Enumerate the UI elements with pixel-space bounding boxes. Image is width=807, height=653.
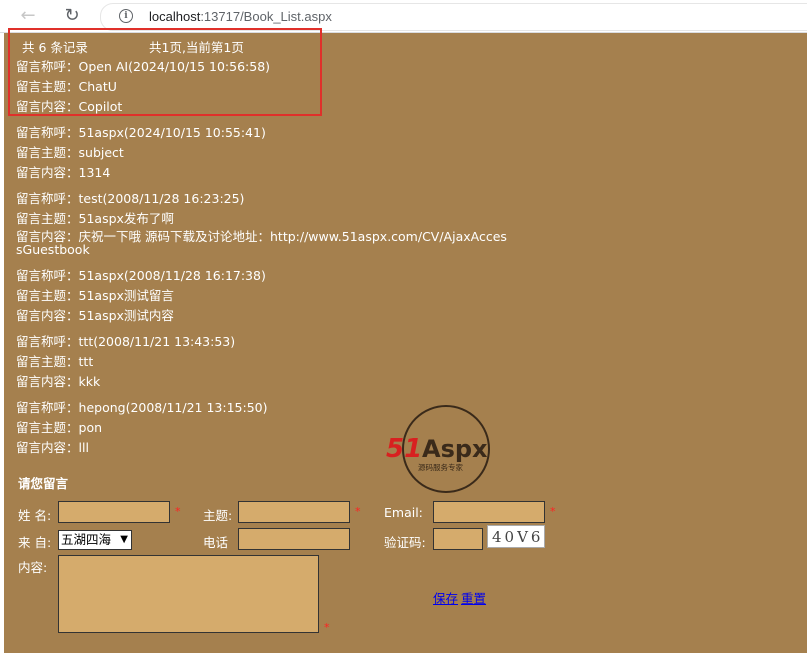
captcha-image: 40V6 [487, 525, 545, 548]
message-subject: 留言主题：ChatU [16, 79, 117, 94]
message-subject: 留言主题：subject [16, 145, 124, 160]
captcha-text: 40V6 [492, 528, 544, 546]
51aspx-logo: 51 Aspx 源码服务专家 [386, 405, 490, 493]
address-bar[interactable]: i localhost:13717/Book_List.aspx [100, 3, 807, 31]
form-heading: 请您留言 [18, 476, 69, 491]
captcha-input[interactable] [433, 528, 483, 550]
message-content: 留言内容：1314 [16, 165, 111, 180]
reload-icon[interactable]: ↻ [62, 6, 82, 26]
message-name: 留言称呼：51aspx(2024/10/15 10:55:41) [16, 125, 266, 140]
info-icon[interactable]: i [119, 9, 133, 23]
email-label: Email: [384, 505, 423, 520]
url-host: localhost [149, 9, 201, 24]
message-content: 留言内容：kkk [16, 374, 101, 389]
message-subject: 留言主题：pon [16, 420, 103, 435]
message-subject: 留言主题：51aspx测试留言 [16, 288, 174, 303]
message-name: 留言称呼：Open AI(2024/10/15 10:56:58) [16, 59, 271, 74]
content-textarea[interactable] [58, 555, 319, 633]
message-name: 留言称呼：hepong(2008/11/21 13:15:50) [16, 400, 268, 415]
required-star: * [550, 505, 556, 518]
back-arrow-icon[interactable]: ← [18, 6, 38, 26]
url-path: :13717/Book_List.aspx [200, 9, 332, 24]
message-name: 留言称呼：ttt(2008/11/21 13:43:53) [16, 334, 236, 349]
message-content: 留言内容：Copilot [16, 99, 123, 114]
chevron-down-icon: ▼ [120, 534, 128, 545]
page-info: 共1页,当前第1页 [149, 40, 244, 55]
from-select[interactable]: 五湖四海 ▼ [58, 530, 132, 550]
captcha-label: 验证码: [384, 535, 426, 550]
required-star: * [355, 505, 361, 518]
name-label: 姓 名: [18, 508, 52, 523]
required-star: * [324, 621, 330, 634]
message-name: 留言称呼：51aspx(2008/11/28 16:17:38) [16, 268, 266, 283]
record-count: 共 6 条记录 [22, 40, 88, 55]
message-subject: 留言主题：ttt [16, 354, 94, 369]
email-input[interactable] [433, 501, 545, 523]
svg-text:Aspx: Aspx [422, 435, 488, 463]
svg-text:源码服务专家: 源码服务专家 [418, 462, 463, 472]
subject-label: 主题: [203, 508, 233, 523]
phone-label: 电话 [203, 535, 229, 550]
phone-input[interactable] [238, 528, 350, 550]
url-text[interactable]: localhost:13717/Book_List.aspx [149, 9, 332, 24]
svg-text:51: 51 [386, 434, 422, 464]
content-label: 内容: [18, 560, 48, 575]
from-label: 来 自: [18, 535, 52, 550]
from-select-value: 五湖四海 [61, 532, 112, 547]
message-content: 留言内容：51aspx测试内容 [16, 308, 174, 323]
message-content: 留言内容：lll [16, 440, 89, 455]
message-name: 留言称呼：test(2008/11/28 16:23:25) [16, 191, 245, 206]
name-input[interactable] [58, 501, 170, 523]
message-content-continued: sGuestbook [16, 242, 90, 257]
reset-link[interactable]: 重置 [461, 588, 486, 607]
page-content: 共 6 条记录 共1页,当前第1页 留言称呼：Open AI(2024/10/1… [4, 28, 807, 653]
save-link[interactable]: 保存 [433, 588, 458, 607]
message-subject: 留言主题：51aspx发布了啊 [16, 211, 174, 226]
required-star: * [175, 505, 181, 518]
subject-input[interactable] [238, 501, 350, 523]
